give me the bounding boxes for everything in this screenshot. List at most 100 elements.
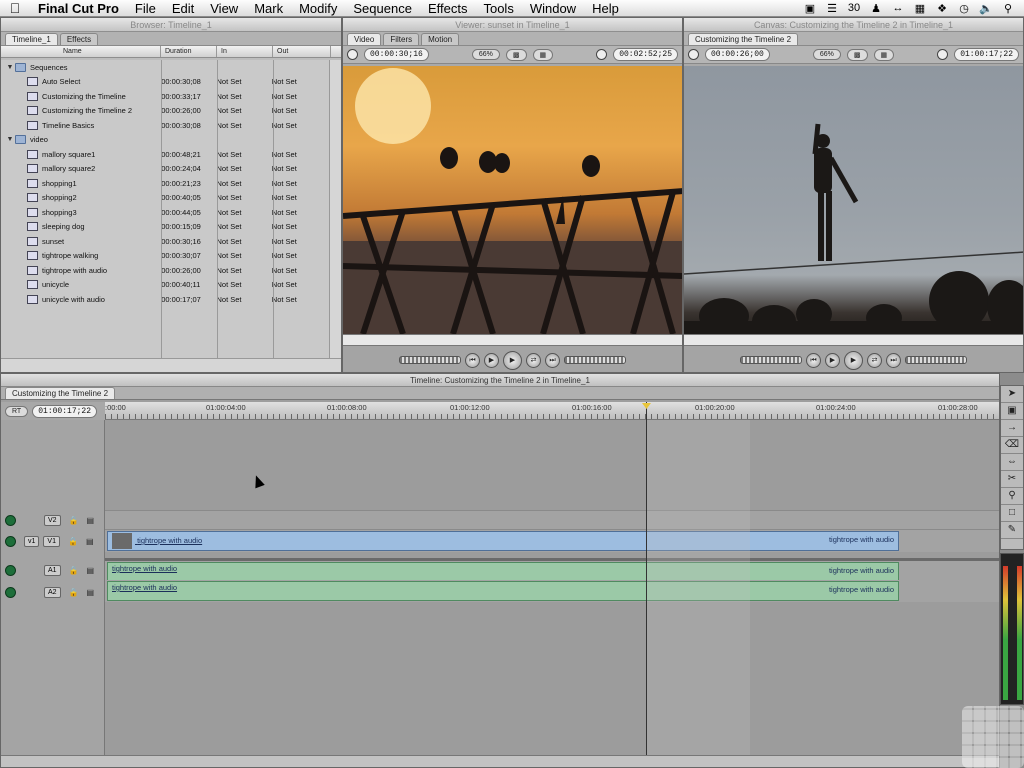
tab-timeline-1[interactable]: Timeline_1 <box>5 33 58 45</box>
canvas-view-popup[interactable]: ▩ <box>846 48 868 61</box>
browser-item-row[interactable]: sunset 00:00:30;16 Not Set Not Set <box>1 234 329 249</box>
browser-item-row[interactable]: shopping2 00:00:40;05 Not Set Not Set <box>1 191 329 206</box>
menu-mark[interactable]: Mark <box>246 1 291 16</box>
timeline-tracks[interactable]: tightrope with audio tightrope with audi… <box>105 420 999 755</box>
auto-select-icon[interactable]: ▤ <box>86 537 94 546</box>
clip-v1[interactable]: tightrope with audio tightrope with audi… <box>107 531 899 551</box>
tab-effects[interactable]: Effects <box>59 33 99 45</box>
menu-window[interactable]: Window <box>522 1 584 16</box>
prev-edit-button[interactable]: ⏮ <box>806 352 821 368</box>
track-v1[interactable]: tightrope with audio tightrope with audi… <box>105 530 999 552</box>
col-out[interactable]: Out <box>273 46 331 57</box>
auto-select-icon[interactable]: ▤ <box>87 566 95 575</box>
next-edit-button[interactable]: ⏭ <box>886 352 901 368</box>
track-visibility-icon[interactable] <box>5 514 16 526</box>
track-a2[interactable]: tightrope with audio tightrope with audi… <box>105 580 999 602</box>
track-label-v1[interactable]: V1 <box>43 535 60 547</box>
canvas-current-timecode[interactable]: 01:00:17;22 <box>954 48 1020 61</box>
roll-tool-icon[interactable]: ⌫ <box>1001 437 1023 454</box>
volume-icon[interactable]: 🔈 <box>978 2 994 15</box>
audible-icon[interactable] <box>5 586 16 598</box>
canvas-overlay-popup[interactable]: ▦ <box>873 48 895 61</box>
browser-item-row[interactable]: shopping1 00:00:21;23 Not Set Not Set <box>1 176 329 191</box>
timeline-ruler[interactable]: :00:00 01:00:04:00 01:00:08:00 01:00:12:… <box>105 402 999 420</box>
apple-icon[interactable]:  <box>0 0 30 16</box>
viewer-current-timecode[interactable]: 00:02:52;25 <box>613 48 679 61</box>
viewer-zoom-popup[interactable]: 66% <box>471 49 500 60</box>
browser-item-row[interactable]: Customizing the Timeline 00:00:33;17 Not S… <box>1 89 329 104</box>
browser-item-row[interactable]: sleeping dog 00:00:15;09 Not Set Not Set <box>1 220 329 235</box>
bluetooth-icon[interactable]: ❖ <box>934 2 950 15</box>
disclosure-triangle-icon[interactable]: ▼ <box>5 136 15 143</box>
menu-edit[interactable]: Edit <box>164 1 202 16</box>
calendar-30-icon[interactable]: 30 <box>846 2 862 14</box>
menu-effects[interactable]: Effects <box>420 1 476 16</box>
clip-a2[interactable]: tightrope with audio tightrope with audi… <box>107 581 899 601</box>
track-v2[interactable] <box>105 510 999 530</box>
selection-tool-icon[interactable]: ➤ <box>1001 386 1023 403</box>
source-control-v1[interactable]: v1 <box>24 535 40 547</box>
track-label-a1[interactable]: A1 <box>44 564 61 576</box>
play-in-to-out-button[interactable]: ▶ <box>825 352 840 368</box>
browser-item-row[interactable]: mallory square2 00:00:24;04 Not Set Not Set <box>1 162 329 177</box>
clock-icon[interactable]: ◷ <box>956 2 972 15</box>
viewer-view-popup[interactable]: ▩ <box>505 48 527 61</box>
viewer-playhead-sync-popup[interactable]: ▦ <box>532 48 554 61</box>
browser-item-row[interactable]: mallory square1 00:00:48;21 Not Set Not Set <box>1 147 329 162</box>
sync-icon[interactable]: ↔ <box>890 2 906 14</box>
airport-icon[interactable]: ☰ <box>824 2 840 15</box>
menu-view[interactable]: View <box>202 1 246 16</box>
play-around-button[interactable]: ⇄ <box>867 352 882 368</box>
lock-icon[interactable]: 🔒 <box>69 516 79 525</box>
timeline-current-timecode[interactable]: 01:00:17;22 <box>32 404 98 418</box>
menu-file[interactable]: File <box>127 1 164 16</box>
track-a1[interactable]: tightrope with audio tightrope with audi… <box>105 558 999 582</box>
rt-popup[interactable]: RT <box>5 405 29 417</box>
clip-a1[interactable]: tightrope with audio tightrope with audi… <box>107 562 899 582</box>
canvas-jog-control[interactable] <box>905 356 967 364</box>
track-label-a2[interactable]: A2 <box>44 586 61 598</box>
browser-item-row[interactable]: tightrope walking 00:00:30;07 Not Set Not S… <box>1 249 329 264</box>
play-in-to-out-button[interactable]: ▶ <box>484 352 499 368</box>
prev-edit-button[interactable]: ⏮ <box>465 352 480 368</box>
col-duration[interactable]: Duration <box>161 46 217 57</box>
razor-tool-icon[interactable]: ✂ <box>1001 471 1023 488</box>
menu-app[interactable]: Final Cut Pro <box>30 1 127 16</box>
monitor-icon[interactable]: ▦ <box>912 2 928 15</box>
tab-motion[interactable]: Motion <box>421 33 460 45</box>
viewer-scrubber-bar[interactable] <box>343 334 682 346</box>
spotlight-icon[interactable]: ⚲ <box>1000 2 1016 15</box>
viewer-duration-timecode[interactable]: 00:00:30;16 <box>364 48 429 61</box>
browser-item-row[interactable]: unicycle with audio 00:00:17;07 Not Set Not… <box>1 292 329 307</box>
browser-bin-row[interactable]: ▼ Sequences <box>1 60 329 75</box>
browser-item-row[interactable]: tightrope with audio 00:00:26;00 Not Set No… <box>1 263 329 278</box>
track-label-v2[interactable]: V2 <box>44 514 61 526</box>
menu-tools[interactable]: Tools <box>475 1 521 16</box>
user-icon[interactable]: ♟ <box>868 2 884 15</box>
viewer-jog-control[interactable] <box>564 356 626 364</box>
browser-item-row[interactable]: Auto Select 00:00:30;08 Not Set Not Set <box>1 75 329 90</box>
tab-canvas-sequence[interactable]: Customizing the Timeline 2 <box>688 33 799 45</box>
tab-video[interactable]: Video <box>347 33 382 45</box>
track-visibility-icon[interactable] <box>5 535 16 547</box>
canvas-scrubber-bar[interactable] <box>684 334 1023 346</box>
canvas-duration-timecode[interactable]: 00:00:26;00 <box>705 48 770 61</box>
browser-item-row[interactable]: shopping3 00:00:44;05 Not Set Not Set <box>1 205 329 220</box>
viewer-shuttle-control[interactable] <box>399 356 461 364</box>
lock-icon[interactable]: 🔒 <box>69 588 79 597</box>
track-select-tool-icon[interactable]: → <box>1001 420 1023 437</box>
playhead[interactable] <box>646 402 647 755</box>
canvas-shuttle-control[interactable] <box>740 356 802 364</box>
play-around-button[interactable]: ⇄ <box>526 352 541 368</box>
col-name[interactable]: Name <box>1 46 161 57</box>
next-edit-button[interactable]: ⏭ <box>545 352 560 368</box>
browser-bin-row[interactable]: ▼ video <box>1 133 329 148</box>
lock-icon[interactable]: 🔒 <box>68 537 78 546</box>
disclosure-triangle-icon[interactable]: ▼ <box>5 64 15 71</box>
browser-horizontal-scrollbar[interactable] <box>1 358 341 372</box>
menu-sequence[interactable]: Sequence <box>345 1 420 16</box>
auto-select-icon[interactable]: ▤ <box>87 516 95 525</box>
menu-modify[interactable]: Modify <box>291 1 345 16</box>
display-icon[interactable]: ▣ <box>802 2 818 15</box>
crop-tool-icon[interactable]: □ <box>1001 505 1023 522</box>
